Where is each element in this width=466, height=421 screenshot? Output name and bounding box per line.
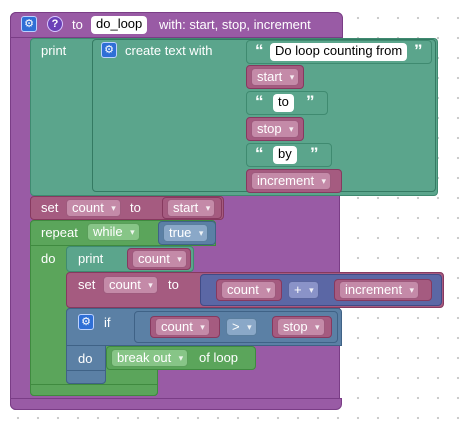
set-label: set bbox=[78, 277, 96, 292]
if-label: if bbox=[104, 315, 111, 330]
variable-dropdown[interactable]: increment ▾ bbox=[251, 172, 332, 190]
if-footer bbox=[66, 370, 106, 384]
gear-icon[interactable]: ⚙ bbox=[101, 42, 117, 58]
of-loop-label: of loop bbox=[199, 350, 239, 365]
repeat-label: repeat bbox=[41, 225, 78, 240]
variable-dropdown[interactable]: stop ▾ bbox=[251, 120, 299, 138]
gear-icon[interactable]: ⚙ bbox=[78, 314, 94, 330]
variable-dropdown[interactable]: start ▾ bbox=[251, 68, 300, 86]
to-label: to bbox=[130, 200, 141, 215]
create-text-label: create text with bbox=[125, 43, 213, 58]
variable-dropdown[interactable]: count ▾ bbox=[103, 276, 158, 294]
variable-dropdown[interactable]: count ▾ bbox=[132, 250, 187, 268]
loop-mode-dropdown[interactable]: while ▾ bbox=[87, 223, 140, 241]
repeat-while-footer bbox=[30, 384, 158, 396]
text-string-field[interactable]: to bbox=[273, 94, 294, 112]
help-icon[interactable]: ? bbox=[47, 16, 63, 32]
procedure-to-label: to bbox=[72, 17, 83, 32]
print-1-label: print bbox=[41, 43, 67, 58]
close-quote-icon: ” bbox=[310, 144, 319, 163]
print-2-label: print bbox=[78, 251, 104, 266]
close-quote-icon: ” bbox=[414, 41, 423, 60]
variable-dropdown[interactable]: count ▾ bbox=[221, 281, 276, 299]
open-quote-icon: “ bbox=[255, 41, 264, 60]
procedure-name-field[interactable]: do_loop bbox=[91, 16, 148, 34]
variable-dropdown[interactable]: increment ▾ bbox=[339, 281, 420, 299]
compare-operator-dropdown[interactable]: > ▾ bbox=[226, 318, 257, 336]
text-string-field[interactable]: Do loop counting from bbox=[270, 43, 408, 61]
flow-control-dropdown[interactable]: break out ▾ bbox=[111, 349, 189, 367]
variable-dropdown[interactable]: count ▾ bbox=[155, 318, 210, 336]
text-string-field[interactable]: by bbox=[273, 146, 297, 164]
set-label: set bbox=[41, 200, 59, 215]
operator-dropdown[interactable]: + ▾ bbox=[288, 281, 319, 299]
open-quote-icon: “ bbox=[255, 144, 264, 163]
variable-dropdown[interactable]: stop ▾ bbox=[277, 318, 325, 336]
variable-dropdown[interactable]: count ▾ bbox=[66, 199, 121, 217]
boolean-dropdown[interactable]: true ▾ bbox=[163, 224, 209, 242]
if-do-label: do bbox=[78, 351, 93, 366]
gear-icon[interactable]: ⚙ bbox=[21, 16, 37, 32]
variable-dropdown[interactable]: start ▾ bbox=[167, 199, 216, 217]
close-quote-icon: ” bbox=[306, 92, 315, 111]
open-quote-icon: “ bbox=[255, 92, 264, 111]
procedure-footer bbox=[10, 398, 342, 410]
procedure-params-label: with: start, stop, increment bbox=[159, 17, 311, 32]
do-label: do bbox=[41, 251, 56, 266]
to-label: to bbox=[168, 277, 179, 292]
